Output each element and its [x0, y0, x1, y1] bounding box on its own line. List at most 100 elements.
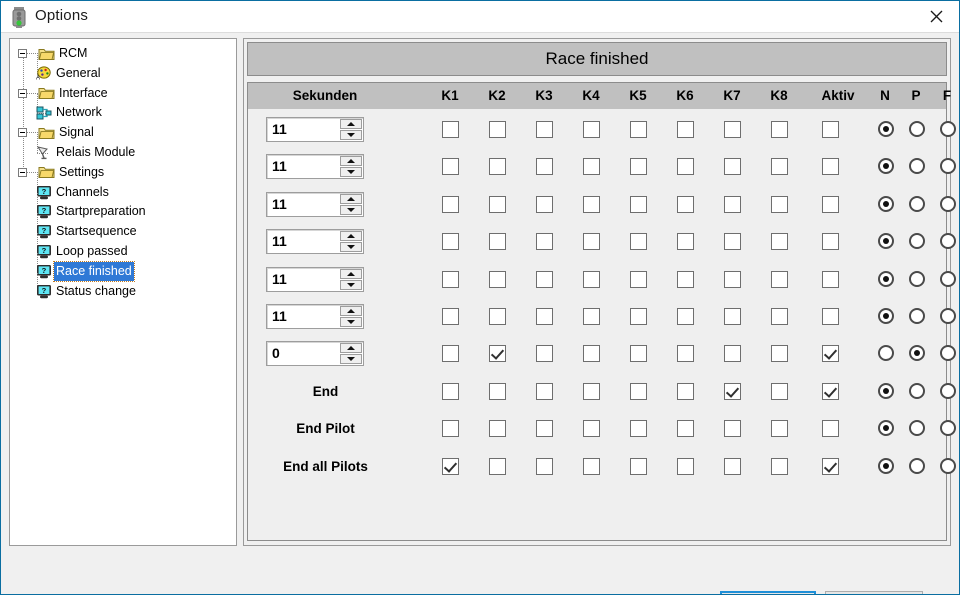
checkbox-k2[interactable] — [489, 158, 506, 176]
checkbox-k7[interactable] — [724, 121, 741, 138]
spinner-up-icon[interactable] — [340, 156, 362, 167]
checkbox-k4[interactable] — [583, 345, 600, 363]
tree-expander-minus-icon[interactable] — [18, 128, 27, 138]
tree-item-relais-module[interactable]: Relais Module — [36, 143, 135, 162]
checkbox-aktiv[interactable] — [822, 457, 839, 475]
radio-p[interactable] — [909, 308, 925, 324]
checkbox-k1[interactable] — [442, 308, 459, 325]
radio-f[interactable] — [940, 195, 956, 212]
checkbox-k6[interactable] — [677, 158, 694, 176]
checkbox-aktiv[interactable] — [822, 158, 839, 176]
tree-item-startpreparation[interactable]: ? Startpreparation — [36, 202, 146, 221]
radio-n[interactable] — [878, 308, 894, 324]
spinner-buttons[interactable] — [340, 268, 362, 290]
checkbox-k1[interactable] — [442, 233, 459, 251]
radio-p[interactable] — [909, 345, 925, 362]
tree-expander-minus-icon[interactable] — [18, 88, 27, 98]
checkbox-k6[interactable] — [677, 382, 694, 400]
radio-p[interactable] — [909, 158, 925, 175]
spinner-up-icon[interactable] — [340, 306, 362, 316]
ok-button[interactable]: Ok — [720, 591, 816, 594]
radio-p[interactable] — [909, 270, 925, 287]
radio-f[interactable] — [940, 233, 956, 250]
tree-item-startsequence[interactable]: ? Startsequence — [36, 222, 137, 241]
radio-f[interactable] — [940, 345, 956, 362]
radio-p[interactable] — [909, 457, 925, 474]
checkbox-k2[interactable] — [489, 195, 506, 213]
checkbox-k7[interactable] — [724, 457, 741, 475]
spinner-up-icon[interactable] — [340, 193, 362, 204]
checkbox-k8[interactable] — [771, 308, 788, 325]
tree-expander-minus-icon[interactable] — [18, 49, 27, 58]
checkbox-k5[interactable] — [630, 233, 647, 251]
checkbox-k8[interactable] — [771, 420, 788, 438]
checkbox-k7[interactable] — [724, 345, 741, 363]
checkbox-k2[interactable] — [489, 420, 506, 438]
checkbox-k3[interactable] — [536, 420, 553, 438]
checkbox-k6[interactable] — [677, 345, 694, 363]
checkbox-k4[interactable] — [583, 270, 600, 288]
checkbox-k3[interactable] — [536, 158, 553, 176]
checkbox-k1[interactable] — [442, 420, 459, 438]
checkbox-k2[interactable] — [489, 121, 506, 138]
checkbox-k5[interactable] — [630, 420, 647, 438]
checkbox-k4[interactable] — [583, 158, 600, 176]
checkbox-k1[interactable] — [442, 345, 459, 363]
tree-item-signal[interactable]: Signal — [18, 123, 94, 142]
radio-f[interactable] — [940, 158, 956, 175]
checkbox-k8[interactable] — [771, 382, 788, 400]
radio-f[interactable] — [940, 420, 956, 437]
checkbox-k4[interactable] — [583, 457, 600, 475]
checkbox-k8[interactable] — [771, 233, 788, 251]
seconds-spinner[interactable]: 0 — [266, 341, 364, 367]
tree-item-settings[interactable]: Settings — [18, 163, 104, 182]
tree-item-loop-passed[interactable]: ? Loop passed — [36, 242, 128, 261]
tree-expander-minus-icon[interactable] — [18, 167, 27, 177]
checkbox-aktiv[interactable] — [822, 308, 839, 325]
checkbox-aktiv[interactable] — [822, 382, 839, 400]
spinner-down-icon[interactable] — [340, 354, 362, 365]
checkbox-k6[interactable] — [677, 457, 694, 475]
radio-f[interactable] — [940, 270, 956, 287]
checkbox-k1[interactable] — [442, 195, 459, 213]
checkbox-k3[interactable] — [536, 457, 553, 475]
checkbox-k8[interactable] — [771, 345, 788, 363]
checkbox-k1[interactable] — [442, 382, 459, 400]
checkbox-k3[interactable] — [536, 308, 553, 325]
tree-item-network[interactable]: Network — [36, 103, 102, 122]
checkbox-k7[interactable] — [724, 308, 741, 325]
radio-f[interactable] — [940, 382, 956, 399]
seconds-spinner[interactable]: 11 — [266, 117, 364, 142]
checkbox-k7[interactable] — [724, 382, 741, 400]
spinner-buttons[interactable] — [340, 306, 362, 327]
checkbox-k5[interactable] — [630, 195, 647, 213]
spinner-down-icon[interactable] — [340, 204, 362, 215]
radio-f[interactable] — [940, 121, 956, 137]
checkbox-k2[interactable] — [489, 457, 506, 475]
checkbox-k6[interactable] — [677, 308, 694, 325]
checkbox-k8[interactable] — [771, 195, 788, 213]
checkbox-k8[interactable] — [771, 457, 788, 475]
radio-p[interactable] — [909, 121, 925, 137]
checkbox-k2[interactable] — [489, 345, 506, 363]
radio-p[interactable] — [909, 382, 925, 399]
checkbox-k6[interactable] — [677, 121, 694, 138]
spinner-down-icon[interactable] — [340, 317, 362, 327]
spinner-up-icon[interactable] — [340, 119, 362, 129]
spinner-buttons[interactable] — [340, 156, 362, 178]
checkbox-k7[interactable] — [724, 158, 741, 176]
checkbox-k4[interactable] — [583, 121, 600, 138]
checkbox-k4[interactable] — [583, 195, 600, 213]
checkbox-aktiv[interactable] — [822, 345, 839, 363]
close-icon[interactable] — [913, 1, 959, 32]
seconds-spinner[interactable]: 11 — [266, 304, 364, 329]
seconds-spinner[interactable]: 11 — [266, 266, 364, 292]
radio-n[interactable] — [878, 270, 894, 287]
radio-n[interactable] — [878, 457, 894, 474]
checkbox-k1[interactable] — [442, 121, 459, 138]
checkbox-k8[interactable] — [771, 270, 788, 288]
checkbox-k7[interactable] — [724, 233, 741, 251]
checkbox-k6[interactable] — [677, 195, 694, 213]
checkbox-k7[interactable] — [724, 270, 741, 288]
checkbox-k5[interactable] — [630, 457, 647, 475]
